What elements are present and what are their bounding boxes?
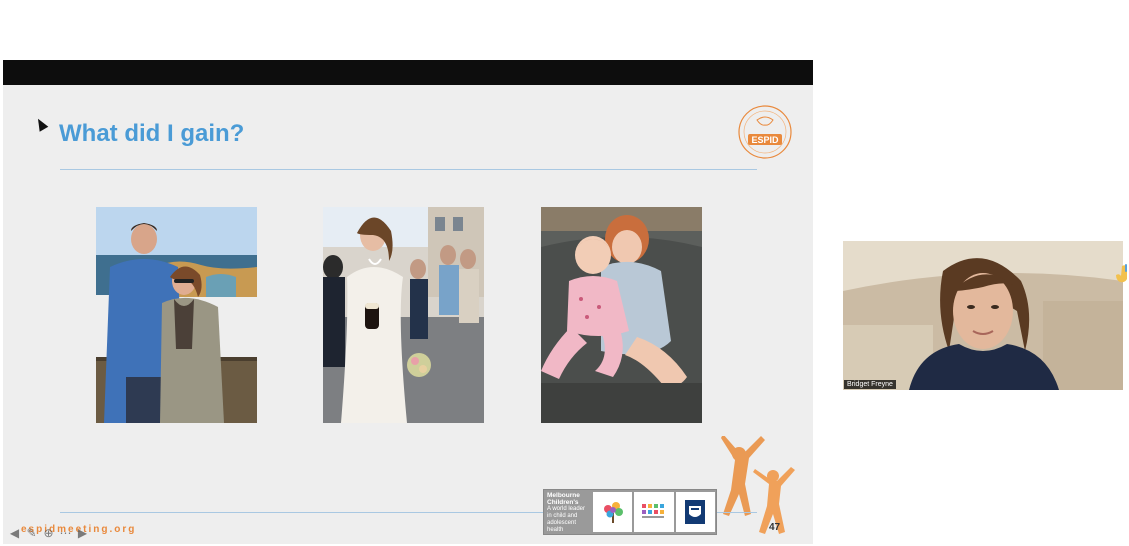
- pen-icon[interactable]: ✎: [24, 526, 39, 541]
- espid-logo: ESPID: [738, 105, 792, 159]
- participant-name: Bridget Freyne: [844, 380, 896, 389]
- footer-divider: [60, 512, 544, 513]
- photo-couple: [96, 207, 257, 423]
- photo-children: [541, 207, 702, 423]
- mcri-logo: [634, 492, 674, 532]
- melbourne-childrens-title: Melbourne Children's: [547, 492, 580, 506]
- partner-logos: Melbourne Children's A world leader in c…: [543, 489, 717, 535]
- slide-controls: ◀ ✎ ⊕ ⋯ ▶: [7, 526, 90, 541]
- zoom-icon[interactable]: ⊕: [41, 526, 56, 541]
- next-slide-icon[interactable]: ▶: [75, 526, 90, 541]
- slide-top-bar: [3, 60, 813, 85]
- melbourne-childrens-block: Melbourne Children's A world leader in c…: [544, 490, 592, 534]
- mouse-cursor-icon: [33, 116, 49, 132]
- photo-bride: [323, 207, 484, 423]
- slide-title: What did I gain?: [59, 120, 245, 147]
- footer-divider-right: [715, 512, 757, 513]
- espid-logo-text: ESPID: [751, 135, 779, 145]
- raised-hand-icon: [1116, 264, 1127, 283]
- jumping-children-graphic: [721, 436, 795, 534]
- presentation-slide: What did I gain? ESPID Melbourne Childre…: [3, 60, 813, 544]
- royal-childrens-hospital-logo: [593, 492, 633, 532]
- title-divider: [60, 169, 757, 170]
- slide-number: 47: [769, 522, 781, 533]
- more-options-icon[interactable]: ⋯: [58, 526, 73, 541]
- previous-slide-icon[interactable]: ◀: [7, 526, 22, 541]
- university-of-melbourne-logo: [675, 492, 715, 532]
- melbourne-childrens-subtitle: A world leader in child and adolescent h…: [547, 506, 586, 533]
- participant-video[interactable]: Bridget Freyne: [843, 241, 1123, 390]
